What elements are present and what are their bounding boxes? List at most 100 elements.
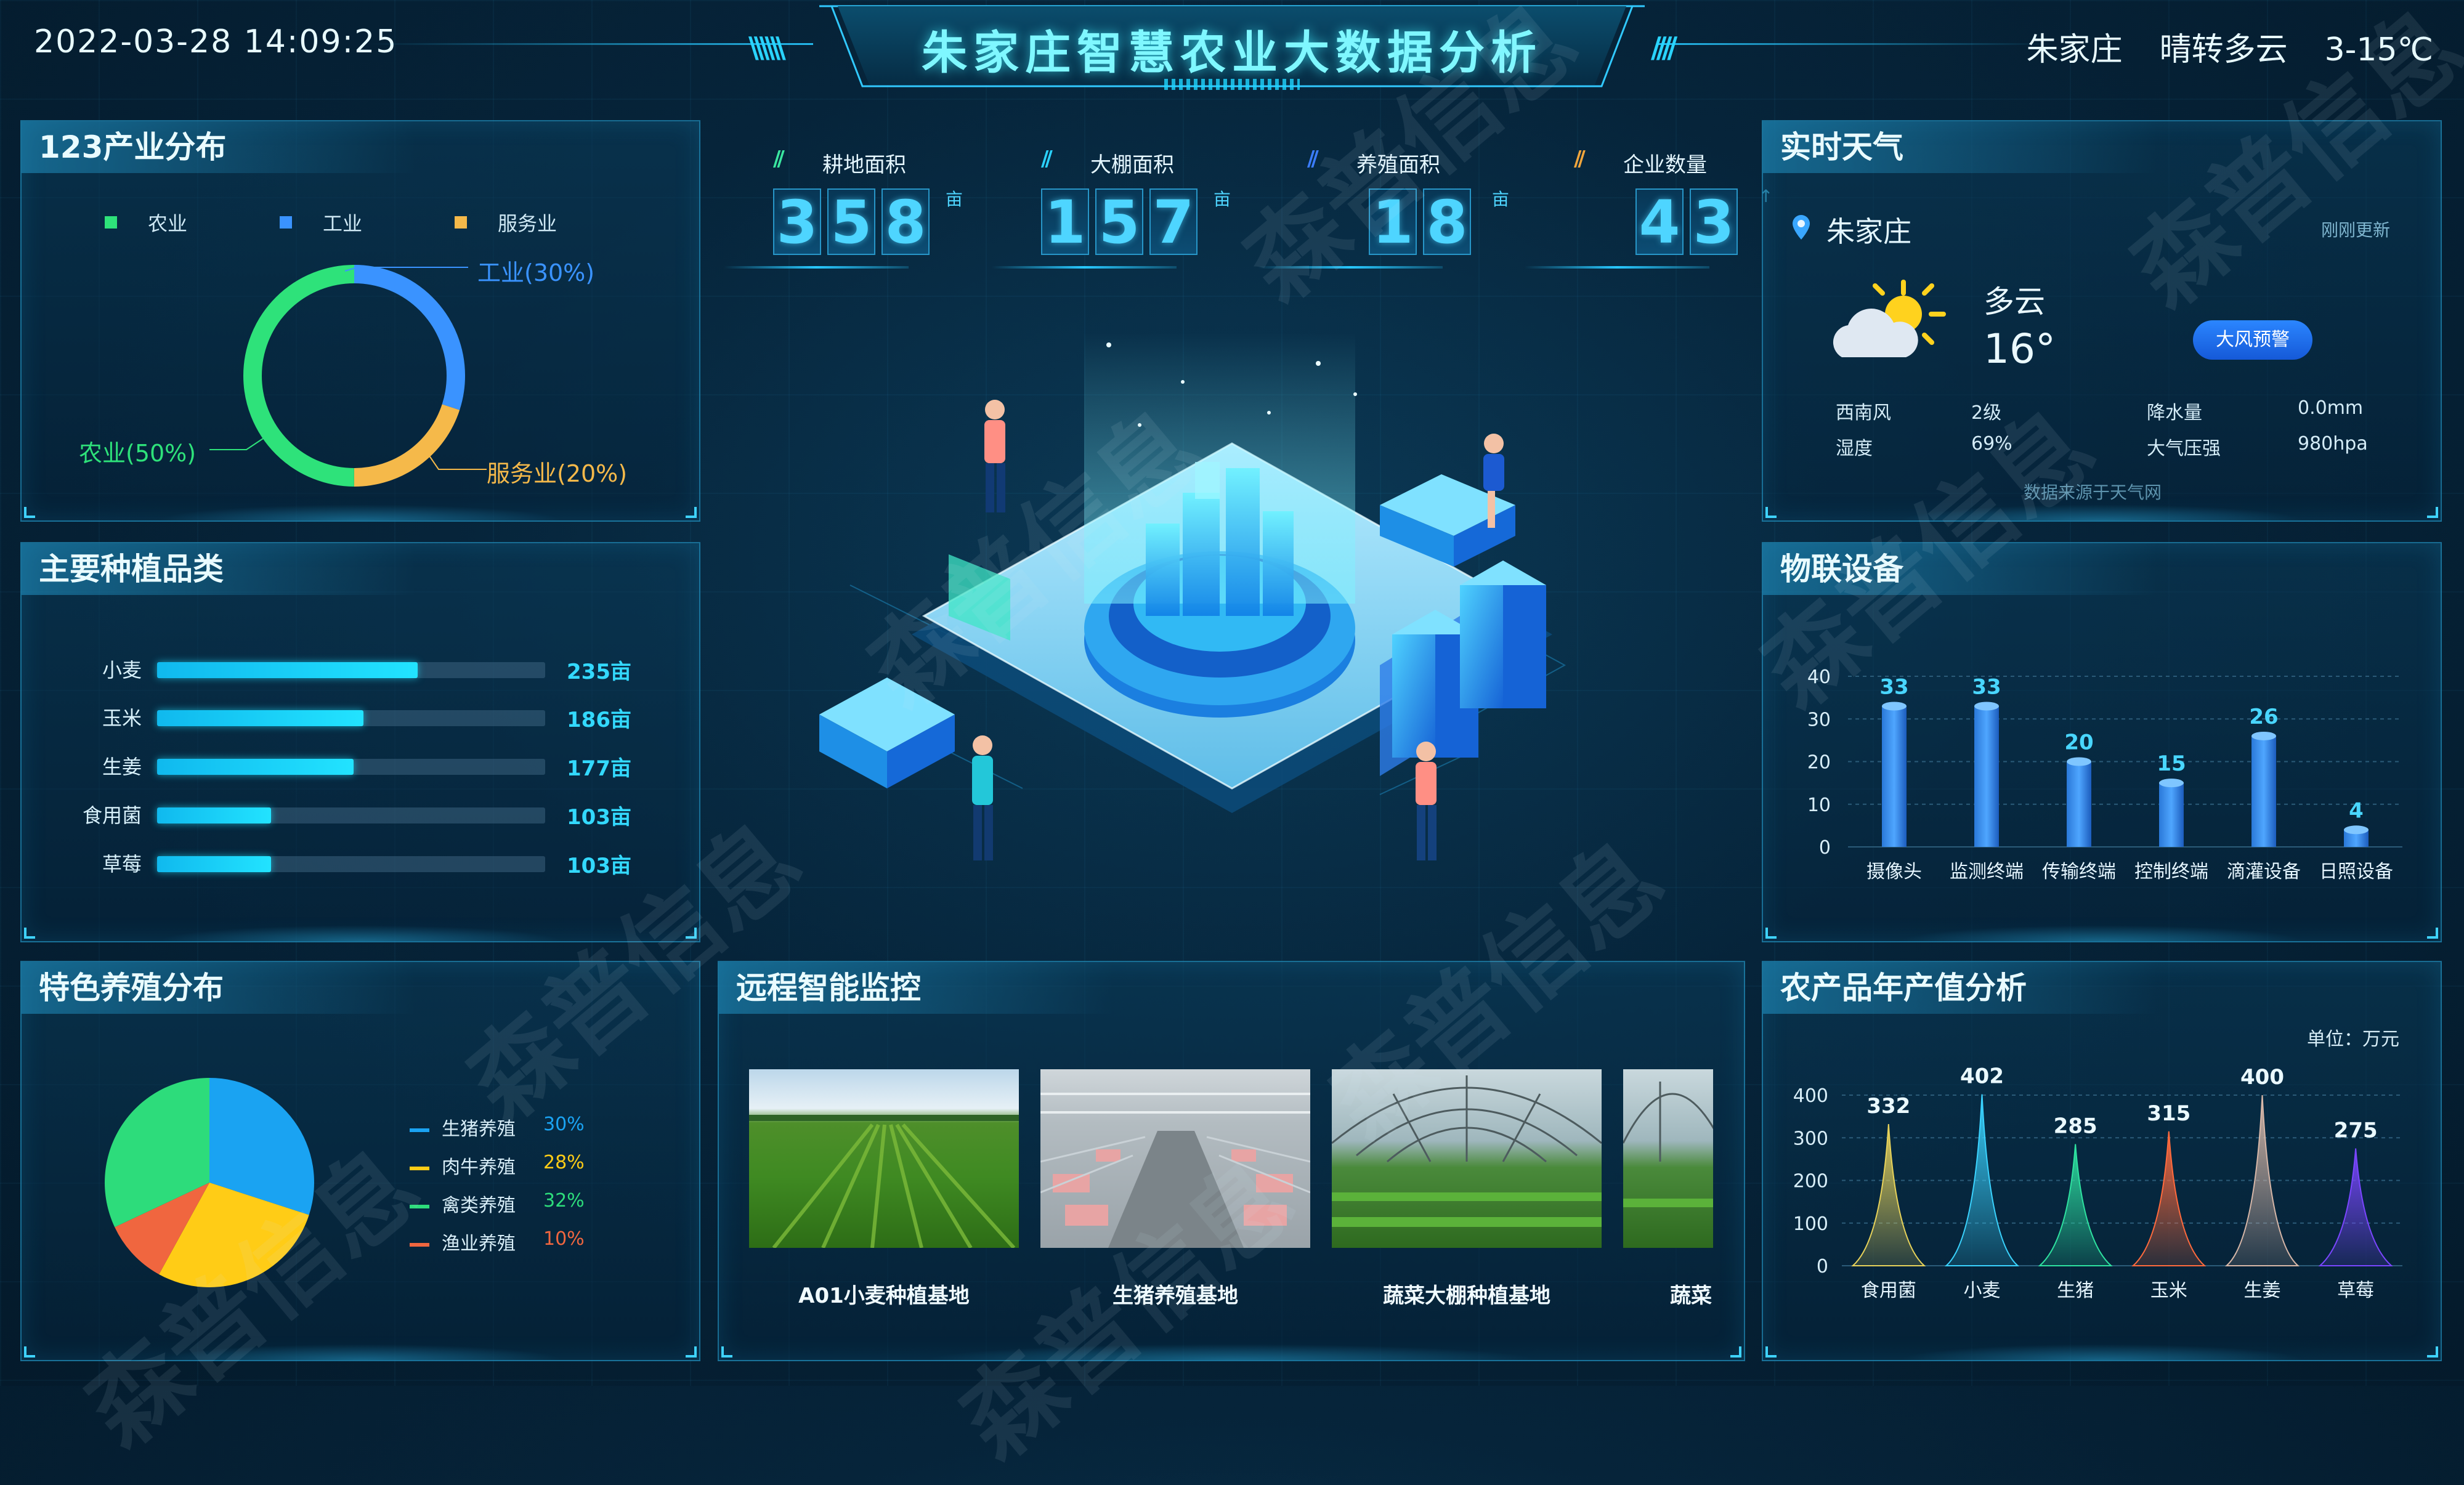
iot-bar-cap	[2159, 779, 2184, 788]
output-spike	[2131, 1131, 2207, 1266]
header-line-left	[370, 43, 813, 45]
pie-legend-item: 渔业养殖 10%	[410, 1228, 585, 1255]
output-category-label: 食用菌	[1861, 1280, 1916, 1301]
iot-bar-cap	[1974, 702, 1999, 711]
pie-legend-item: 生猪养殖 30%	[410, 1114, 585, 1141]
stat-underline	[724, 266, 909, 269]
output-value-label: 275	[2334, 1119, 2378, 1143]
iot-bar	[2067, 761, 2091, 847]
pie-legend-label: 渔业养殖	[442, 1233, 516, 1255]
breeding-title: 特色养殖分布	[22, 962, 416, 1014]
label-service: 服务业(20%)	[487, 460, 628, 487]
camera-feed-greenhouse[interactable]	[1332, 1069, 1602, 1248]
stat-digit: 5	[1095, 188, 1143, 255]
header-location: 朱家庄	[2026, 31, 2123, 68]
cloudy-sun-icon	[1833, 280, 1946, 357]
stat-unit: 亩	[946, 189, 963, 209]
output-category-label: 小麦	[1964, 1280, 2001, 1301]
rainfall-label: 降水量	[2147, 402, 2202, 424]
crop-row: 玉米 186亩	[0, 698, 678, 735]
iot-bar	[2159, 783, 2184, 847]
smart-farm-illustration	[819, 333, 1566, 860]
output-category-label: 生猪	[2057, 1280, 2094, 1301]
stat-digit: 1	[1041, 188, 1089, 255]
label-agriculture: 农业(50%)	[79, 440, 197, 467]
pie-legend-percent: 32%	[543, 1190, 585, 1212]
iot-bar-cap	[1882, 702, 1907, 711]
crop-bar-fill	[157, 710, 363, 726]
stat-digit: 3	[773, 188, 821, 255]
pie-legend-percent: 28%	[543, 1152, 585, 1173]
crop-row: 小麦 235亩	[0, 650, 678, 687]
stat-digit: 4	[1635, 188, 1684, 255]
output-value-label: 402	[1960, 1064, 2004, 1089]
industry-legend: 农业 工业 服务业	[105, 208, 649, 237]
crop-name: 食用菌	[82, 804, 142, 827]
pressure-value: 980hpa	[2298, 433, 2368, 455]
stat-digit: 3	[1690, 188, 1738, 255]
iot-y-tick: 10	[1807, 795, 1831, 816]
stat-digits: 43	[1635, 188, 1744, 255]
pie-legend-label: 生猪养殖	[442, 1119, 516, 1140]
legend-line-marker	[410, 1128, 429, 1132]
iot-bar-chart: 0 10 20 30 40 33 摄像头 33 监测终端 20 传输终端 15 控制终端 26 滴灌设备 4 日…	[1807, 666, 2402, 883]
camera-feed-vegetables[interactable]	[1623, 1069, 1713, 1248]
crop-value: 235亩	[567, 660, 631, 684]
camera-feed-pig-farm[interactable]	[1040, 1069, 1310, 1248]
wind-warning-button[interactable]: 大风预警	[2193, 320, 2312, 360]
iot-bar-value: 33	[1879, 674, 1908, 699]
crop-name: 草莓	[102, 852, 142, 876]
camera-feed-wheat[interactable]	[749, 1069, 1019, 1248]
iot-bar	[1974, 706, 1999, 847]
crop-value: 177亩	[567, 756, 631, 781]
weather-title: 实时天气	[1763, 121, 2157, 173]
iot-category-label: 日照设备	[2319, 861, 2393, 883]
output-spike	[1851, 1124, 1926, 1266]
crop-row: 草莓 103亩	[0, 844, 678, 881]
weather-condition: 多云	[1984, 284, 2045, 320]
weather-location: 朱家庄	[1826, 215, 1911, 248]
output-value-chart: 0 100 200 300 400 332 食用菌 402 小麦 285 生猪 315 玉米 400 生姜 2…	[1793, 1064, 2402, 1301]
crop-bar-track	[157, 710, 545, 726]
breeding-pie-chart	[104, 1078, 314, 1287]
crop-row: 生姜 177亩	[0, 747, 678, 783]
legend-line-marker	[410, 1242, 429, 1247]
stat-digits: 18	[1369, 188, 1477, 255]
stat-slash-icon: //	[773, 147, 785, 171]
output-spike	[2038, 1144, 2113, 1266]
iot-bar	[2251, 735, 2276, 847]
stat-label: 养殖面积	[1356, 153, 1440, 177]
crop-bar-track	[157, 856, 545, 872]
iot-y-tick: 20	[1807, 752, 1831, 774]
pie-legend-percent: 10%	[543, 1228, 585, 1250]
stat-underline	[1258, 266, 1443, 269]
stat-unit: 亩	[1492, 189, 1510, 209]
iot-bar-value: 26	[2249, 705, 2278, 729]
donut-leader-lines	[209, 267, 487, 470]
legend-service: 服务业	[455, 208, 557, 237]
iot-y-tick: 30	[1807, 709, 1831, 730]
stat-digits: 157	[1041, 188, 1204, 255]
iot-y-tick: 0	[1819, 837, 1831, 859]
output-y-tick: 300	[1793, 1128, 1828, 1149]
stat-unit: 亩	[1214, 189, 1231, 209]
iot-bar-value: 4	[2349, 798, 2364, 823]
iot-bar	[1882, 706, 1907, 847]
iot-category-label: 监测终端	[1950, 861, 2024, 883]
crop-bar-track	[157, 759, 545, 775]
crop-bar-track	[157, 662, 545, 678]
iot-category-label: 传输终端	[2042, 861, 2116, 883]
crop-row: 食用菌 103亩	[0, 795, 678, 832]
camera-label-wheat: A01小麦种植基地	[798, 1284, 970, 1308]
legend-line-marker	[410, 1204, 429, 1208]
iot-bar-cap	[2344, 825, 2369, 835]
crop-name: 生姜	[102, 755, 142, 779]
output-value-unit: 单位：万元	[2307, 1029, 2399, 1050]
output-y-tick: 200	[1793, 1171, 1828, 1192]
pie-legend-percent: 30%	[543, 1114, 585, 1135]
pressure-label: 大气压强	[2147, 438, 2221, 459]
output-y-tick: 400	[1793, 1085, 1828, 1107]
crop-bar-fill	[157, 759, 354, 775]
header-datetime: 2022-03-28 14:09:25	[34, 23, 398, 60]
output-y-tick: 100	[1793, 1213, 1828, 1235]
